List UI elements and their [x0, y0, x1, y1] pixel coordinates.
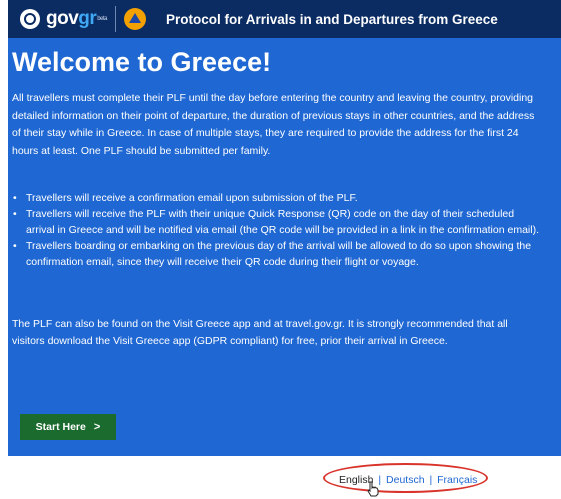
logo-beta-badge: beta [97, 15, 107, 22]
header-divider [114, 6, 116, 32]
chevron-right-icon: > [93, 421, 101, 433]
bullet-mark: • [13, 208, 17, 220]
list-item: • Travellers will receive a confirmation … [12, 190, 542, 206]
start-button-label: Start Here [35, 421, 86, 433]
language-link-francais[interactable]: Français [437, 474, 477, 486]
hand-cursor-icon [367, 481, 379, 497]
logo-accent-text: gr [78, 8, 97, 29]
govgr-logo[interactable]: govgrbeta [46, 8, 107, 30]
bullet-text: Travellers boarding or embarking on the … [26, 240, 532, 268]
bullet-text: Travellers will receive the PLF with the… [26, 208, 539, 236]
government-seal-icon [20, 9, 40, 29]
bullet-text: Travellers will receive a confirmation e… [26, 192, 358, 204]
list-item: • Travellers will receive the PLF with th… [12, 206, 542, 238]
language-separator: | [429, 474, 433, 486]
language-link-deutsch[interactable]: Deutsch [386, 474, 425, 486]
welcome-heading: Welcome to Greece! [12, 47, 272, 77]
info-bullet-list: • Travellers will receive a confirmation … [12, 190, 542, 270]
civil-protection-logo-icon [123, 8, 146, 30]
language-switcher: English | Deutsch | Français [339, 474, 477, 486]
site-header: govgrbeta Protocol for Arrivals in and D… [8, 0, 561, 38]
intro-paragraph: All travellers must complete their PLF u… [12, 92, 535, 157]
start-here-button[interactable]: Start Here > [20, 414, 116, 440]
outro-paragraph: The PLF can also be found on the Visit G… [12, 318, 508, 347]
logo-main-text: gov [46, 8, 79, 29]
bullet-mark: • [13, 240, 17, 252]
bullet-mark: • [13, 192, 17, 204]
list-item: • Travellers boarding or embarking on the… [12, 238, 542, 270]
page-title: Protocol for Arrivals in and Departures … [165, 11, 498, 27]
